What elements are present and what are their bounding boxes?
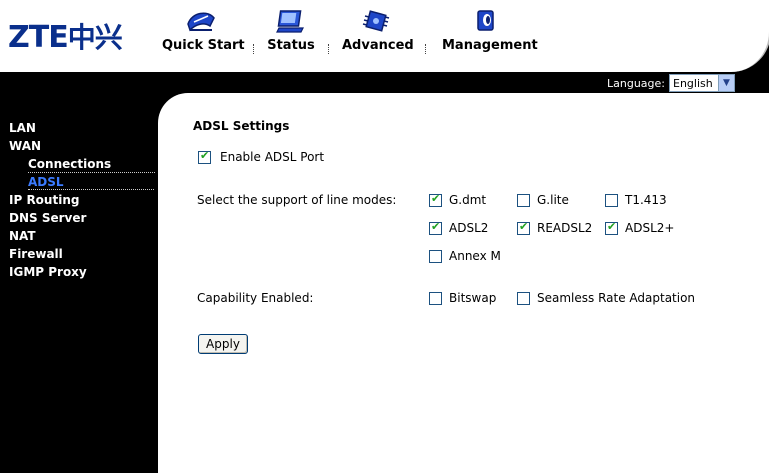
enable-adsl-port-checkbox[interactable] <box>198 149 211 164</box>
nav-management[interactable]: Management <box>442 8 538 53</box>
language-select[interactable]: English ▼ <box>669 74 735 92</box>
management-icon <box>468 8 502 36</box>
t1413-label: T1.413 <box>625 193 667 207</box>
adsl2-checkbox[interactable] <box>429 220 442 235</box>
quick-start-icon <box>184 8 218 36</box>
sidebar: LAN WAN Connections ADSL IP Routing DNS … <box>0 93 158 473</box>
nav-advanced-label: Advanced <box>342 38 414 53</box>
sidebar-item-wan[interactable]: WAN <box>9 139 41 153</box>
header-corner <box>717 0 769 72</box>
logo-cn-text: 中兴 <box>67 21 123 54</box>
capability-label: Capability Enabled: <box>197 291 314 305</box>
adsl2-label: ADSL2 <box>449 221 489 235</box>
header: ZTE中兴 Quick Start Status Advanced Manage… <box>0 0 769 72</box>
bitswap-checkbox[interactable] <box>429 292 442 305</box>
language-bar: Language: English ▼ <box>607 73 735 93</box>
annex-m-label: Annex M <box>449 249 501 263</box>
readsl2-checkbox[interactable] <box>517 220 530 235</box>
adsl2plus-checkbox[interactable] <box>605 220 618 235</box>
annex-m-checkbox[interactable] <box>429 250 442 263</box>
sidebar-divider <box>28 172 155 173</box>
sidebar-item-igmp-proxy[interactable]: IGMP Proxy <box>9 265 87 279</box>
nav-status-label: Status <box>267 38 315 53</box>
language-select-value: English <box>673 76 713 90</box>
chip-icon <box>359 8 393 36</box>
glite-label: G.lite <box>537 193 569 207</box>
sidebar-item-firewall[interactable]: Firewall <box>9 247 63 261</box>
apply-button[interactable]: Apply <box>198 334 248 354</box>
nav-quick-start[interactable]: Quick Start <box>162 8 245 53</box>
sidebar-item-lan[interactable]: LAN <box>9 121 36 135</box>
nav-divider <box>425 44 427 54</box>
bitswap-label: Bitswap <box>449 291 497 305</box>
page-title: ADSL Settings <box>193 119 290 133</box>
sidebar-item-adsl[interactable]: ADSL <box>28 175 154 190</box>
nav-advanced[interactable]: Advanced <box>342 8 414 53</box>
t1413-checkbox[interactable] <box>605 194 618 207</box>
line-modes-label: Select the support of line modes: <box>197 193 397 207</box>
nav-divider <box>253 44 255 54</box>
readsl2-label: READSL2 <box>537 221 593 235</box>
sidebar-item-connections[interactable]: Connections <box>28 157 111 171</box>
gdmt-checkbox[interactable] <box>429 192 442 207</box>
gdmt-label: G.dmt <box>449 193 487 207</box>
sidebar-item-dns-server[interactable]: DNS Server <box>9 211 86 225</box>
chevron-down-icon[interactable]: ▼ <box>718 75 734 91</box>
main-panel: ADSL Settings Enable ADSL Port Select th… <box>158 93 769 473</box>
language-label: Language: <box>607 76 665 90</box>
nav-management-label: Management <box>442 38 538 53</box>
nav-divider <box>328 44 330 54</box>
nav-status[interactable]: Status <box>266 8 316 53</box>
sidebar-item-nat[interactable]: NAT <box>9 229 36 243</box>
nav-quick-start-label: Quick Start <box>162 38 245 53</box>
zte-logo: ZTE中兴 <box>8 18 123 58</box>
adsl2plus-label: ADSL2+ <box>625 221 675 235</box>
seamless-rate-adaptation-label: Seamless Rate Adaptation <box>537 291 696 305</box>
enable-adsl-port-label: Enable ADSL Port <box>220 150 325 164</box>
sidebar-item-ip-routing[interactable]: IP Routing <box>9 193 79 207</box>
glite-checkbox[interactable] <box>517 194 530 207</box>
monitor-icon <box>274 8 308 36</box>
seamless-rate-adaptation-checkbox[interactable] <box>517 292 530 305</box>
logo-text: ZTE <box>8 20 69 55</box>
